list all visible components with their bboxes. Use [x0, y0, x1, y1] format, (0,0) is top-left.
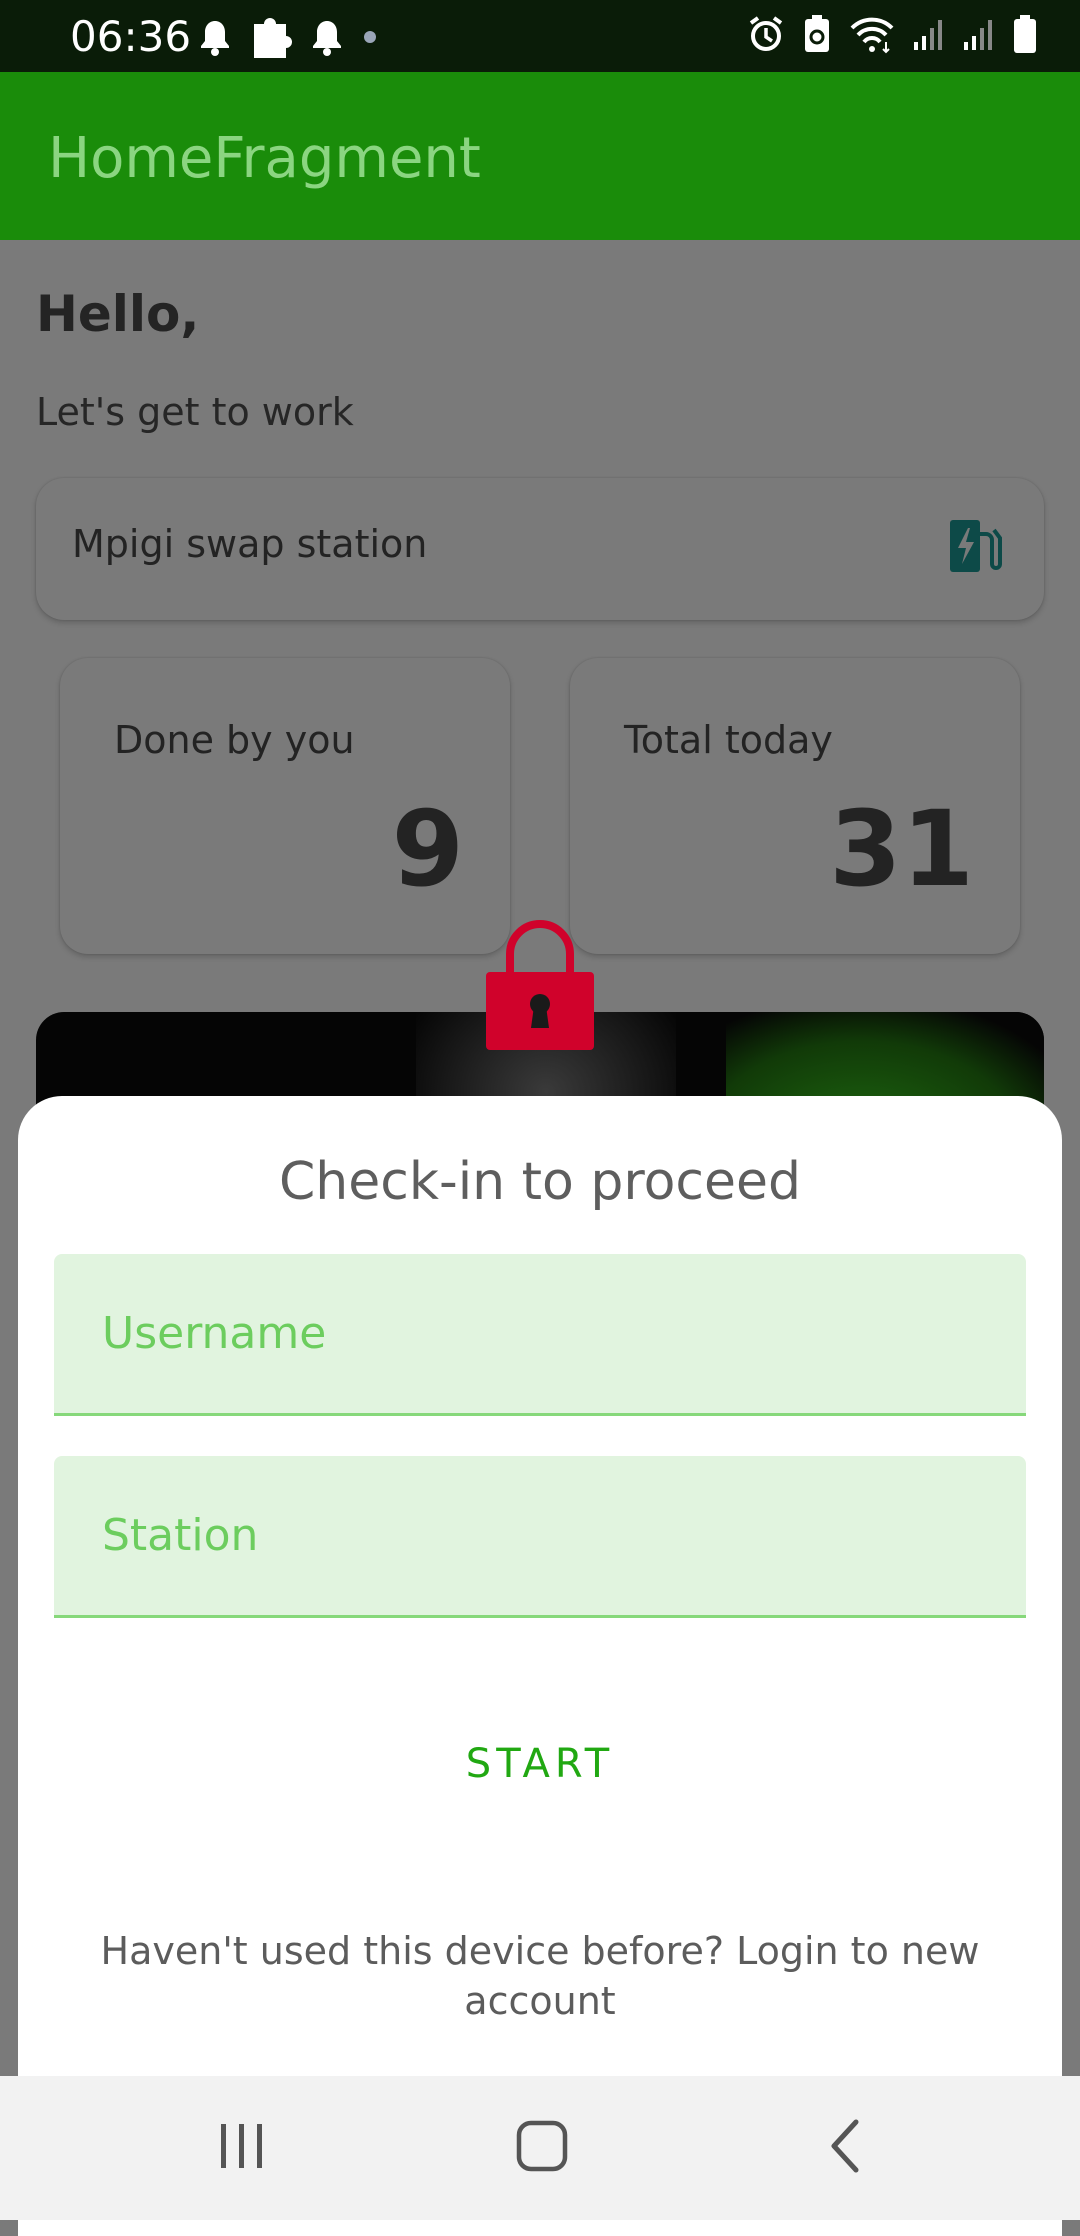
status-left-icons [198, 14, 380, 64]
ev-station-icon [946, 516, 1002, 580]
greeting: Hello, [36, 285, 200, 343]
notification-bell-icon [198, 17, 232, 61]
stat-label: Total today [624, 718, 833, 762]
app-title: HomeFragment [48, 126, 481, 191]
alarm-icon [746, 14, 786, 58]
sheet-title: Check-in to proceed [278, 1152, 802, 1212]
station-field-container [54, 1456, 1026, 1618]
stat-value: 9 [391, 788, 464, 910]
username-field-container [54, 1254, 1026, 1416]
lock-icon [484, 916, 596, 1056]
wifi-icon [848, 14, 896, 58]
start-button[interactable]: START [340, 1714, 740, 1814]
home-button[interactable] [502, 2112, 582, 2184]
recents-icon [217, 2120, 267, 2176]
login-new-account-link[interactable]: Haven't used this device before? Login t… [78, 1926, 1002, 2026]
stat-card-total-today: Total today 31 [570, 658, 1020, 954]
station-field[interactable] [54, 1456, 1026, 1615]
dot-icon [360, 27, 380, 51]
stat-card-done-by-you: Done by you 9 [60, 658, 510, 954]
status-time: 06:36 [70, 12, 192, 61]
username-field[interactable] [54, 1254, 1026, 1413]
status-bar: 06:36 [0, 0, 1080, 72]
back-icon [826, 2118, 866, 2178]
stat-label: Done by you [114, 718, 355, 762]
station-card[interactable]: Mpigi swap station [36, 478, 1044, 620]
stat-value: 31 [829, 788, 974, 910]
status-right-icons [746, 14, 1038, 58]
battery-icon [1012, 14, 1038, 58]
signal-icon [962, 16, 996, 56]
signal-icon [912, 16, 946, 56]
app-bar: HomeFragment [0, 72, 1080, 240]
notification-bell-icon [310, 17, 344, 61]
subgreeting: Let's get to work [36, 390, 354, 434]
home-icon [515, 2119, 569, 2177]
recents-button[interactable] [202, 2112, 282, 2184]
puzzle-icon [248, 14, 294, 64]
system-nav-bar [0, 2076, 1080, 2220]
battery-saver-icon [802, 14, 832, 58]
station-name: Mpigi swap station [72, 522, 428, 566]
checkin-sheet: Check-in to proceed START Haven't used t… [18, 1096, 1062, 2236]
back-button[interactable] [806, 2112, 886, 2184]
